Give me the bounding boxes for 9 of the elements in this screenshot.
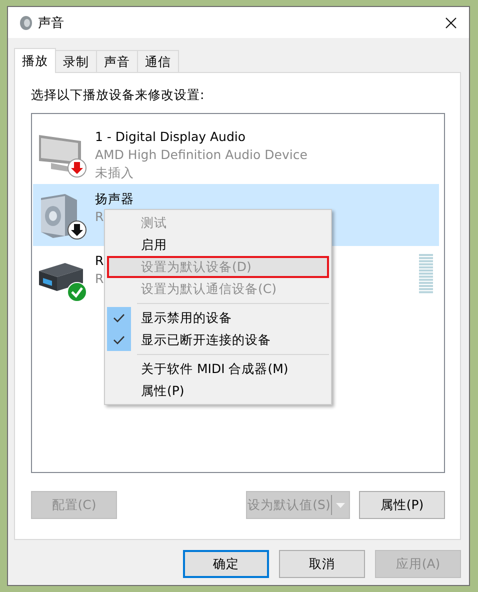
window-title: 声音 [38,14,64,32]
device-description: R [95,270,104,288]
device-description: R [95,208,105,226]
device-name: 1 - Digital Display Audio [95,128,247,146]
device-description: AMD High Definition Audio Device [95,146,308,164]
device-name: R [95,252,104,270]
device-name: 扬声器 [95,190,134,208]
device-status: 未插入 [95,164,135,182]
instruction-text: 选择以下播放设备来修改设置: [31,87,206,104]
